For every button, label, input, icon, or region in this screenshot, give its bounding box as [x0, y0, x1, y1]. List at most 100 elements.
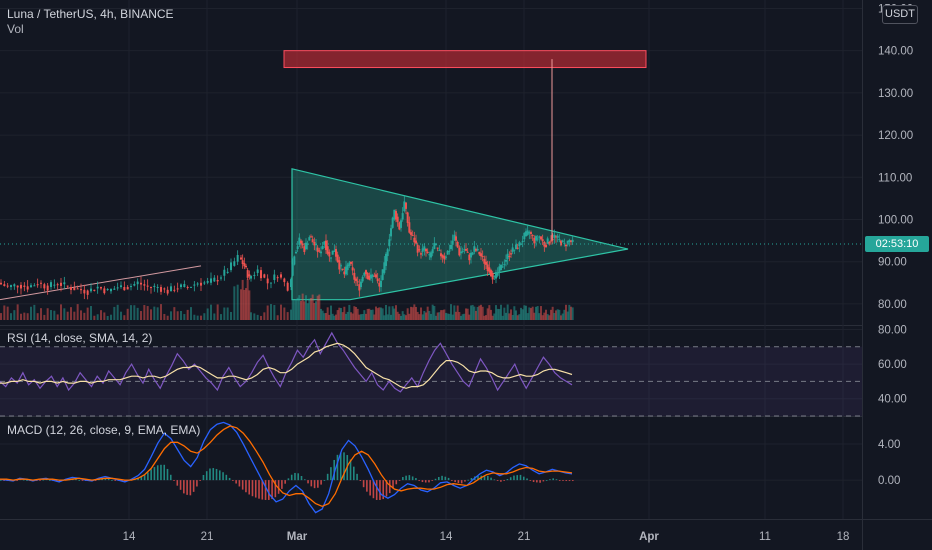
- candle-body: [501, 266, 504, 268]
- symbol-title[interactable]: Luna / TetherUS, 4h, BINANCE: [7, 7, 174, 21]
- macd-histogram-bar: [153, 467, 156, 481]
- candle-body: [415, 240, 417, 244]
- macd-histogram-bar: [532, 480, 535, 482]
- candle-body: [296, 246, 299, 250]
- volume-bar: [73, 311, 76, 320]
- volume-bar: [226, 307, 229, 320]
- candle-body: [310, 236, 312, 238]
- candle-body: [210, 278, 212, 283]
- macd-histogram-bar: [379, 480, 381, 500]
- macd-histogram-bar: [496, 480, 499, 481]
- candle-body: [120, 285, 122, 288]
- candle-body: [126, 287, 129, 290]
- time-tick-label: 21: [201, 531, 214, 543]
- macd-histogram-bar: [225, 474, 228, 481]
- candle-body: [53, 284, 56, 286]
- time-tick-label: 21: [518, 531, 531, 543]
- candle-body: [220, 277, 222, 279]
- volume-bar: [206, 308, 209, 320]
- candle-body: [558, 239, 561, 241]
- candle-body: [318, 250, 321, 252]
- macd-histogram-bar: [457, 480, 460, 484]
- volume-bar: [136, 307, 139, 320]
- macd-histogram-bar: [320, 480, 322, 485]
- candle-body: [253, 274, 256, 276]
- candle-body: [183, 284, 186, 288]
- rsi-indicator-label[interactable]: RSI (14, close, SMA, 14, 2): [7, 331, 152, 345]
- volume-bar: [90, 306, 92, 320]
- macd-histogram-bar: [196, 480, 198, 487]
- candle-body: [113, 288, 116, 290]
- volume-bar: [23, 312, 26, 320]
- macd-histogram-bar: [549, 479, 551, 481]
- candle-body: [33, 285, 36, 287]
- macd-histogram-bar: [529, 480, 532, 481]
- volume-bar: [230, 311, 232, 320]
- candle-body: [426, 251, 429, 254]
- macd-histogram-bar: [356, 473, 358, 481]
- macd-histogram-bar: [421, 480, 424, 483]
- candle-body: [405, 202, 407, 209]
- candle-body: [213, 277, 216, 282]
- candle-body: [425, 249, 427, 252]
- candle-body: [361, 276, 364, 282]
- macd-histogram-bar: [539, 480, 541, 483]
- candle-body: [508, 256, 511, 258]
- candle-body: [556, 235, 559, 238]
- volume-bar: [143, 305, 146, 320]
- candle-body: [226, 271, 229, 273]
- volume-bar: [123, 315, 126, 320]
- volume-bar: [103, 312, 106, 320]
- candle-body: [311, 239, 314, 243]
- candle-body: [46, 285, 49, 291]
- volume-bar: [106, 315, 109, 320]
- time-axis[interactable]: 14 21 Mar 14 21 Apr 11 18: [123, 531, 850, 543]
- trading-chart[interactable]: 150.00140.00130.00120.00110.00100.0090.0…: [0, 0, 932, 550]
- currency-button[interactable]: USDT: [882, 5, 918, 24]
- macd-histogram-bar: [150, 469, 152, 481]
- volume-label[interactable]: Vol: [7, 22, 24, 36]
- candle-body: [458, 247, 461, 256]
- volume-bar: [216, 304, 219, 320]
- candle-body: [328, 251, 331, 257]
- macd-histogram-bar: [555, 479, 558, 481]
- candle-body: [266, 278, 269, 284]
- candle-body: [26, 286, 29, 290]
- candle-body: [376, 278, 379, 282]
- volume-bar: [263, 312, 266, 320]
- volume-bar: [60, 304, 62, 320]
- symmetrical-triangle: [291, 168, 629, 301]
- candle-body: [355, 278, 357, 281]
- candle-body: [565, 244, 567, 247]
- volume-bar: [266, 305, 269, 320]
- volume-bar: [273, 305, 276, 320]
- candle-body: [256, 269, 259, 273]
- macd-histogram-bar: [166, 468, 169, 481]
- candle-body: [80, 289, 82, 291]
- candle-body: [90, 288, 92, 292]
- candle-body: [173, 289, 176, 291]
- candle-body: [10, 285, 12, 288]
- macd-indicator-label[interactable]: MACD (12, 26, close, 9, EMA, EMA): [7, 423, 200, 437]
- macd-histogram-bar: [359, 480, 362, 482]
- volume-bar: [26, 313, 29, 320]
- volume-bar: [156, 307, 159, 320]
- macd-histogram-bar: [160, 464, 162, 481]
- candle-body: [76, 288, 79, 290]
- macd-histogram-bar: [545, 480, 548, 481]
- macd-histogram-bar: [568, 480, 571, 482]
- candle-body: [276, 277, 279, 279]
- volume-bar: [120, 311, 122, 320]
- macd-histogram-bar: [183, 480, 185, 494]
- candle-body: [530, 232, 532, 234]
- candle-body: [43, 284, 46, 289]
- macd-histogram-bar: [307, 480, 309, 484]
- macd-histogram-bar: [310, 480, 313, 487]
- macd-histogram-bar: [241, 480, 244, 490]
- candle-body: [6, 285, 9, 287]
- macd-histogram-bar: [493, 479, 496, 481]
- macd-histogram-bar: [366, 480, 368, 492]
- volume-bar: [236, 284, 239, 320]
- candle-body: [416, 244, 419, 253]
- candle-body: [260, 270, 262, 279]
